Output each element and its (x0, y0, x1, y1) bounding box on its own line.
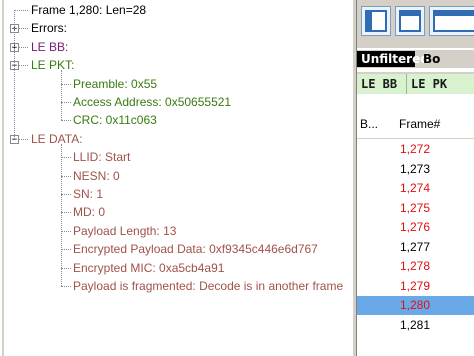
tree-node-label: LE BB: (31, 39, 69, 54)
tree-node-label: Encrypted Payload Data: 0xf9345c446e6d76… (73, 242, 318, 257)
layout-header-icon[interactable] (395, 6, 425, 36)
filter-tabs: Unfiltered Bo (357, 50, 474, 68)
tree-node-label: LE PKT: (31, 58, 75, 73)
tree-node-label: Errors: (31, 21, 67, 36)
tree-node-label: SN: 1 (73, 187, 104, 201)
tree-node-label: CRC: 0x11c063 (73, 113, 157, 128)
tree-node-label: LE DATA: (31, 131, 83, 146)
frame-number: 1,279 (400, 278, 431, 293)
layout-list-icon[interactable] (429, 6, 474, 36)
frame-number: 1,273 (400, 161, 431, 176)
tree-node-encrypted-payload[interactable]: Encrypted Payload Data: 0xf9345c446e6d76… (0, 240, 352, 258)
tree-node-label: Encrypted MIC: 0xa5cb4a91 (73, 260, 225, 275)
tree-connector (61, 286, 71, 287)
tree-left-border (2, 0, 4, 356)
tree-node-nesn[interactable]: NESN: 0 (0, 167, 352, 185)
protocol-tabs: LE BB LE PK (357, 72, 474, 94)
tab-bo[interactable]: Bo (419, 51, 474, 67)
frame-number: 1,278 (400, 259, 431, 273)
frame-number: 1,281 (400, 317, 431, 332)
frame-number: 1,277 (400, 239, 431, 254)
tree-node-le-pkt[interactable]: − LE PKT: (0, 56, 352, 74)
tree-trunk-line (14, 10, 15, 139)
tree-node-label: Preamble: 0x55 (73, 76, 158, 91)
frame-list-row[interactable]: 1,281 (357, 316, 474, 335)
tree-node-encrypted-mic[interactable]: Encrypted MIC: 0xa5cb4a91 (0, 259, 352, 277)
tree-node-crc[interactable]: CRC: 0x11c063 (0, 111, 352, 129)
frame-list-row[interactable]: 1,272 (357, 140, 474, 159)
tree-branch-line (61, 143, 62, 286)
frame-list-row[interactable]: 1,275 (357, 199, 474, 218)
layout-toolbar (357, 0, 474, 48)
tree-node-errors[interactable]: + Errors: (0, 19, 352, 37)
tree-node-label: NESN: 0 (73, 168, 120, 183)
frame-list-header: B... Frame# (357, 110, 474, 139)
frame-number: 1,274 (400, 181, 431, 195)
frame-list-row[interactable]: 1,280 (357, 296, 474, 315)
tree-node-label: Payload is fragmented: Decode is in anot… (73, 279, 344, 293)
frame-list-row[interactable]: 1,273 (357, 160, 474, 179)
tree-node-label: Payload Length: 13 (73, 223, 177, 238)
tree-connector (61, 230, 71, 232)
tree-connector (61, 102, 71, 103)
column-header-frame[interactable]: Frame# (399, 117, 440, 131)
column-header-b[interactable]: B... (360, 117, 378, 131)
frame-list-row[interactable]: 1,277 (357, 238, 474, 257)
tab-le-pk[interactable]: LE PK (407, 74, 474, 94)
layout-tree-icon[interactable] (361, 6, 391, 36)
tree-connector (61, 175, 71, 177)
tree-node-le-bb[interactable]: + LE BB: (0, 38, 352, 56)
frame-list-pane: Unfiltered Bo LE BB LE PK B... Frame# 1,… (357, 0, 474, 356)
tree-connector (61, 267, 71, 269)
tree-node-llid[interactable]: LLID: Start (0, 148, 352, 166)
tree-connector (61, 194, 71, 195)
tree-connector (61, 83, 71, 85)
tree-node-le-data[interactable]: − LE DATA: (0, 130, 352, 148)
tree-node-fragmented[interactable]: Payload is fragmented: Decode is in anot… (0, 277, 352, 295)
frame-list-row[interactable]: 1,276 (357, 218, 474, 237)
tree-node-label: MD: 0 (73, 205, 106, 220)
frame-list-row[interactable]: 1,279 (357, 277, 474, 296)
tree-node-sn[interactable]: SN: 1 (0, 185, 352, 203)
frame-number: 1,276 (400, 220, 431, 234)
tree-node-label: LLID: Start (73, 150, 131, 165)
frame-list-row[interactable]: 1,278 (357, 257, 474, 276)
tree-node-frame[interactable]: Frame 1,280: Len=28 (0, 1, 352, 19)
frame-list-row[interactable]: 1,274 (357, 179, 474, 198)
tree-connector (61, 157, 71, 159)
frame-number: 1,280 (400, 298, 431, 312)
tree-connector (61, 120, 71, 122)
tree-node-access-address[interactable]: Access Address: 0x50655521 (0, 93, 352, 111)
tree-branch-line (61, 70, 62, 121)
frame-number: 1,275 (400, 200, 431, 215)
tree-node-label: Access Address: 0x50655521 (73, 95, 232, 109)
tree-node-label: Frame 1,280: Len=28 (31, 3, 147, 17)
tree-node-payload-length[interactable]: Payload Length: 13 (0, 222, 352, 240)
tree-connector (61, 249, 71, 251)
tab-le-bb[interactable]: LE BB (357, 74, 407, 94)
tree-node-preamble[interactable]: Preamble: 0x55 (0, 75, 352, 93)
tree-connector (61, 212, 71, 214)
tree-connector (14, 10, 28, 11)
tree-node-md[interactable]: MD: 0 (0, 203, 352, 221)
decode-tree-pane[interactable]: Frame 1,280: Len=28 + Errors: + LE BB: − LE PK… (0, 0, 352, 356)
frame-number: 1,272 (400, 142, 431, 156)
tab-unfiltered[interactable]: Unfiltered (357, 51, 429, 67)
